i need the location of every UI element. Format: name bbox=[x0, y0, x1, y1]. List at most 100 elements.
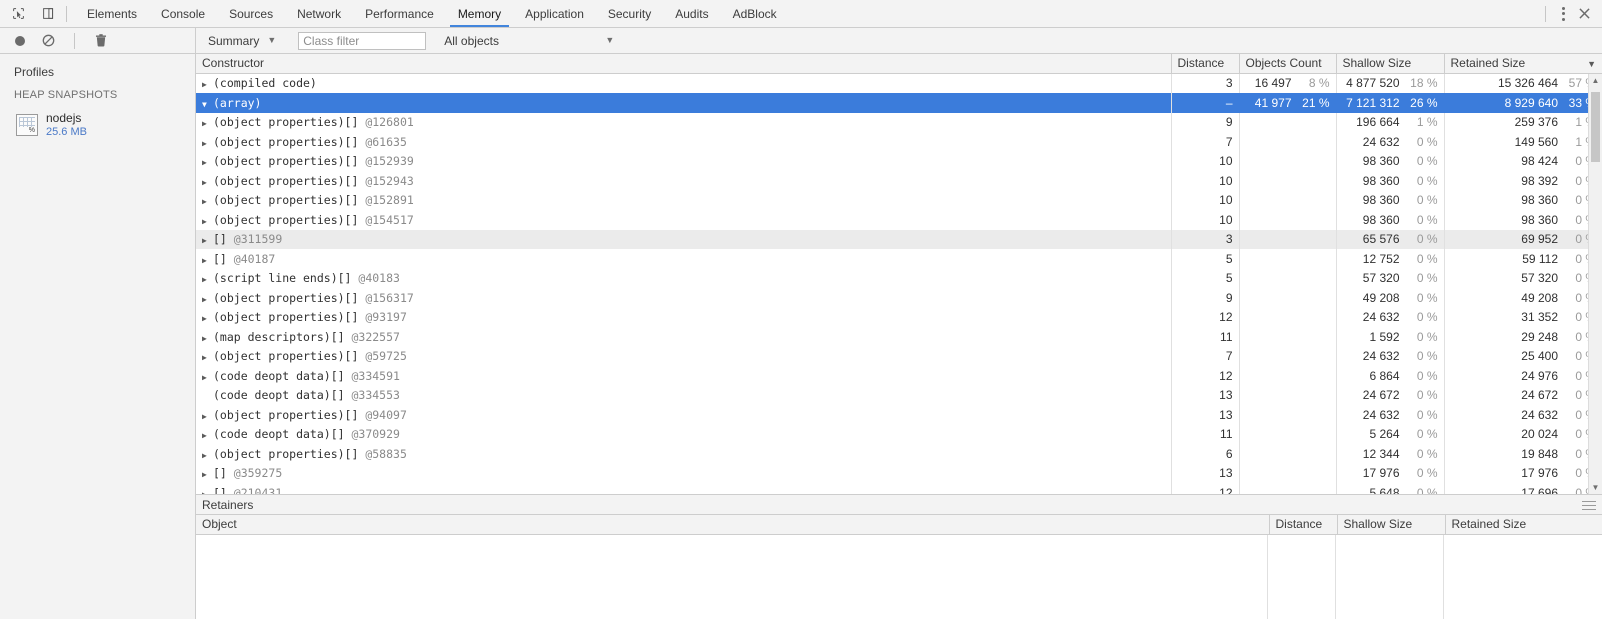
collapsed-twisty-icon[interactable]: ▶ bbox=[202, 80, 213, 89]
collapsed-twisty-icon[interactable]: ▶ bbox=[202, 158, 213, 167]
table-row[interactable]: ▶[] @40187 5 12 752 0 % 59 112 0 % bbox=[196, 249, 1602, 269]
table-row[interactable]: ▶ (compiled code) 3 16 497 8 % 4 877 520 18 % 1… bbox=[196, 73, 1602, 93]
column-header-retained-size[interactable]: Retained Size bbox=[1445, 515, 1602, 535]
table-row[interactable]: ▶ (object properties)[] @152943 10 98 360 0 … bbox=[196, 171, 1602, 191]
table-row[interactable]: (code deopt data)[] @334553 13 24 672 0 % 24… bbox=[196, 385, 1602, 405]
cell-constructor: ▶ (code deopt data)[] @370929 bbox=[196, 424, 1172, 444]
vertical-scrollbar[interactable]: ▲ ▼ bbox=[1588, 73, 1602, 494]
record-icon[interactable] bbox=[10, 31, 30, 51]
cell-distance: 3 bbox=[1171, 73, 1240, 93]
class-filter-input[interactable] bbox=[298, 31, 427, 50]
collapsed-twisty-icon[interactable]: ▶ bbox=[202, 353, 213, 362]
table-row[interactable]: ▶[] @359275 13 17 976 0 % 17 976 0 % bbox=[196, 463, 1602, 483]
table-row[interactable]: ▶ (object properties)[] @59725 7 24 632 0 % 2… bbox=[196, 346, 1602, 366]
cell-objects-count bbox=[1239, 424, 1337, 444]
cell-distance: 12 bbox=[1171, 366, 1240, 386]
collapsed-twisty-icon[interactable]: ▶ bbox=[202, 295, 213, 304]
column-header-object[interactable]: Object bbox=[196, 515, 1270, 535]
tab-performance[interactable]: Performance bbox=[353, 0, 446, 27]
column-header-retained-size[interactable]: Retained Size ▼ bbox=[1444, 54, 1602, 74]
snapshot-item-nodejs[interactable]: % nodejs 25.6 MB bbox=[0, 107, 195, 144]
column-header-constructor[interactable]: Constructor bbox=[196, 54, 1172, 74]
objects-scope-select[interactable]: All objects ▼ bbox=[444, 34, 614, 48]
table-row[interactable]: ▶ (script line ends)[] @40183 5 57 320 0 % 57… bbox=[196, 268, 1602, 288]
cell-objects-count bbox=[1239, 112, 1337, 132]
collapsed-twisty-icon[interactable]: ▶ bbox=[202, 217, 213, 226]
tab-audits[interactable]: Audits bbox=[663, 0, 720, 27]
scrollbar-track[interactable] bbox=[1589, 88, 1602, 481]
collapsed-twisty-icon[interactable]: ▶ bbox=[202, 490, 213, 494]
table-row[interactable]: ▶[] @311599 3 65 576 0 % 69 952 0 % bbox=[196, 229, 1602, 249]
tabbar-right-actions bbox=[1539, 0, 1602, 27]
table-row[interactable]: ▶ (object properties)[] @154517 10 98 360 0 … bbox=[196, 210, 1602, 230]
constructor-name: (code deopt data)[] bbox=[213, 368, 345, 383]
scroll-up-arrow-icon[interactable]: ▲ bbox=[1589, 74, 1602, 88]
table-row[interactable]: ▶ (object properties)[] @126801 9 196 664 1 … bbox=[196, 112, 1602, 132]
table-row[interactable]: ▶ (code deopt data)[] @370929 11 5 264 0 % 20… bbox=[196, 424, 1602, 444]
table-row[interactable]: ▶ (object properties)[] @152891 10 98 360 0 … bbox=[196, 190, 1602, 210]
table-row[interactable]: ▶ (object properties)[] @58835 6 12 344 0 % 1… bbox=[196, 444, 1602, 464]
column-header-shallow-size[interactable]: Shallow Size bbox=[1337, 515, 1446, 535]
column-header-distance[interactable]: Distance bbox=[1269, 515, 1338, 535]
cell-objects-count bbox=[1239, 249, 1337, 269]
constructor-name: (object properties)[] bbox=[213, 446, 359, 461]
table-row[interactable]: ▶ (map descriptors)[] @322557 11 1 592 0 % 29… bbox=[196, 327, 1602, 347]
cell-shallow-size: 98 360 0 % bbox=[1336, 171, 1445, 191]
tab-elements[interactable]: Elements bbox=[75, 0, 149, 27]
collapsed-twisty-icon[interactable]: ▶ bbox=[202, 334, 213, 343]
scroll-down-arrow-icon[interactable]: ▼ bbox=[1589, 480, 1602, 494]
cell-constructor: ▶ (object properties)[] @94097 bbox=[196, 405, 1172, 425]
cell-shallow-size-value: 4 877 520 bbox=[1346, 76, 1400, 91]
cell-distance: 3 bbox=[1171, 229, 1240, 249]
table-row[interactable]: ▶ (object properties)[] @94097 13 24 632 0 %… bbox=[196, 405, 1602, 425]
table-row[interactable]: ▶ (object properties)[] @93197 12 24 632 0 %… bbox=[196, 307, 1602, 327]
retainers-panel: Retainers Object Distance Shallow Size R… bbox=[196, 494, 1602, 619]
sidebar-title: Profiles bbox=[14, 65, 55, 79]
column-header-objects-count[interactable]: Objects Count bbox=[1239, 54, 1337, 74]
collapsed-twisty-icon[interactable]: ▶ bbox=[202, 178, 213, 187]
collapsed-twisty-icon[interactable]: ▶ bbox=[202, 470, 213, 479]
scrollbar-thumb[interactable] bbox=[1591, 91, 1600, 162]
more-options-icon[interactable] bbox=[1554, 5, 1572, 23]
cell-distance: 10 bbox=[1171, 171, 1240, 191]
tab-memory[interactable]: Memory bbox=[446, 0, 513, 27]
cell-constructor: ▶ (compiled code) bbox=[196, 73, 1172, 93]
resize-grip-icon[interactable] bbox=[1582, 501, 1596, 513]
cell-shallow-size: 17 976 0 % bbox=[1336, 463, 1445, 483]
collapsed-twisty-icon[interactable]: ▶ bbox=[202, 275, 213, 284]
tab-application[interactable]: Application bbox=[513, 0, 596, 27]
view-select[interactable]: Summary ▼ bbox=[208, 34, 276, 48]
clear-icon[interactable] bbox=[38, 31, 58, 51]
column-header-distance[interactable]: Distance bbox=[1171, 54, 1240, 74]
device-toolbar-icon[interactable] bbox=[38, 4, 58, 24]
tab-adblock[interactable]: AdBlock bbox=[721, 0, 789, 27]
collapsed-twisty-icon[interactable]: ▶ bbox=[202, 412, 213, 421]
collapsed-twisty-icon[interactable]: ▶ bbox=[202, 314, 213, 323]
column-header-shallow-size[interactable]: Shallow Size bbox=[1336, 54, 1445, 74]
collapsed-twisty-icon[interactable]: ▶ bbox=[202, 373, 213, 382]
object-id: @94097 bbox=[358, 407, 407, 422]
tab-network[interactable]: Network bbox=[285, 0, 353, 27]
collapsed-twisty-icon[interactable]: ▶ bbox=[202, 119, 213, 128]
tab-sources[interactable]: Sources bbox=[217, 0, 285, 27]
table-row[interactable]: ▶ (object properties)[] @61635 7 24 632 0 % 1… bbox=[196, 132, 1602, 152]
table-row[interactable]: ▶ (object properties)[] @152939 10 98 360 0 … bbox=[196, 151, 1602, 171]
inspect-element-icon[interactable] bbox=[8, 4, 28, 24]
close-icon[interactable] bbox=[1574, 4, 1594, 24]
collapsed-twisty-icon[interactable]: ▶ bbox=[202, 451, 213, 460]
delete-icon[interactable] bbox=[91, 31, 111, 51]
table-row[interactable]: ▼ (array) –41 977 21 % 7 121 312 26 % 8 929 64… bbox=[196, 93, 1602, 113]
table-row[interactable]: ▶ (code deopt data)[] @334591 12 6 864 0 % 24… bbox=[196, 366, 1602, 386]
collapsed-twisty-icon[interactable]: ▶ bbox=[202, 197, 213, 206]
tab-security[interactable]: Security bbox=[596, 0, 663, 27]
constructor-name: (object properties)[] bbox=[213, 193, 359, 208]
table-row[interactable]: ▶[] @210431125 6480 %17 6960 % bbox=[196, 483, 1602, 494]
tab-console[interactable]: Console bbox=[149, 0, 217, 27]
collapsed-twisty-icon[interactable]: ▶ bbox=[202, 431, 213, 440]
collapsed-twisty-icon[interactable]: ▶ bbox=[202, 256, 213, 265]
cell-shallow-size-percent: 26 % bbox=[1410, 95, 1438, 110]
collapsed-twisty-icon[interactable]: ▶ bbox=[202, 236, 213, 245]
table-row[interactable]: ▶ (object properties)[] @156317 9 49 208 0 %… bbox=[196, 288, 1602, 308]
expanded-twisty-icon[interactable]: ▼ bbox=[202, 100, 213, 109]
collapsed-twisty-icon[interactable]: ▶ bbox=[202, 139, 213, 148]
